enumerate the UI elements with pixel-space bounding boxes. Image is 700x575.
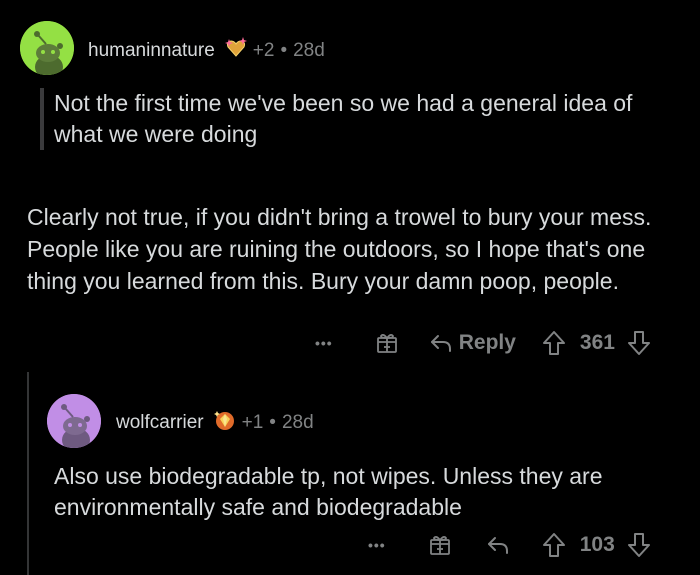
thread-line[interactable] (27, 372, 29, 575)
comment-header: humaninnature +2 • 28d (88, 37, 325, 65)
sparkle-heart-award-icon[interactable] (224, 37, 247, 65)
snoo-avatar-icon (20, 21, 74, 75)
upvote-icon[interactable] (542, 330, 566, 356)
timestamp: 28d (293, 40, 325, 61)
snoo-avatar-icon (47, 394, 101, 448)
comment-header: wolfcarrier +1 • 28d (116, 409, 314, 437)
comment-actions: ••• 103 (368, 532, 651, 558)
avatar[interactable] (20, 21, 74, 75)
comment-body: Also use biodegradable tp, not wipes. Un… (54, 463, 603, 520)
reply-arrow-icon[interactable] (486, 534, 510, 556)
upvote-icon[interactable] (542, 532, 566, 558)
award-count: +1 (241, 412, 264, 433)
timestamp: 28d (281, 412, 314, 433)
comment-actions: ••• Reply 361 (315, 330, 651, 356)
reply-button[interactable]: Reply (429, 331, 516, 355)
username[interactable]: wolfcarrier (116, 412, 204, 434)
reply-label: Reply (458, 331, 516, 354)
downvote-icon[interactable] (627, 532, 651, 558)
more-options-button[interactable]: ••• (315, 335, 333, 351)
comment-body: Clearly not true, if you didn't bring a … (27, 204, 652, 294)
avatar[interactable] (47, 394, 101, 448)
award-count: +2 (252, 40, 275, 61)
separator: • (280, 40, 288, 61)
username[interactable]: humaninnature (88, 40, 215, 62)
gem-award-icon[interactable] (213, 409, 236, 437)
quoted-text: Not the first time we've been so we had … (40, 88, 654, 150)
downvote-icon[interactable] (627, 330, 651, 356)
separator: • (269, 412, 276, 433)
reply-arrow-icon (430, 335, 451, 352)
more-options-button[interactable]: ••• (368, 537, 386, 553)
gift-award-icon[interactable] (375, 331, 399, 355)
vote-score: 361 (579, 331, 615, 354)
vote-score: 103 (579, 533, 615, 556)
gift-award-icon[interactable] (428, 533, 452, 557)
